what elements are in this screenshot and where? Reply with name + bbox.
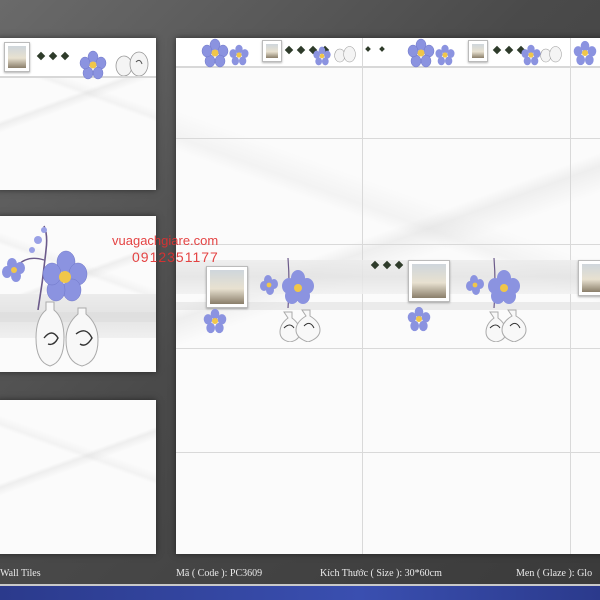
tile-sample-border: [0, 38, 156, 190]
wall-border-strip: [176, 38, 600, 68]
blue-flower-icon: [229, 44, 249, 66]
blue-flower-branch-icon: [2, 225, 88, 310]
tile-joint: [176, 452, 600, 453]
product-code: Mã ( Code ): PC3609: [176, 568, 263, 579]
blue-flower-icon: [407, 38, 435, 68]
diamond-icon: [36, 51, 70, 61]
vase-icon: [540, 46, 562, 63]
blue-flower-icon: [313, 46, 331, 66]
wall-preview: [176, 38, 600, 554]
product-glaze: Men ( Glaze ): Glo: [516, 568, 593, 579]
tile-joint: [176, 348, 600, 349]
framed-photo-icon: [408, 260, 450, 302]
tile-joint: [176, 138, 600, 139]
framed-photo-icon: [4, 42, 30, 72]
diamond-icon: [370, 260, 404, 270]
watermark-phone: 0912351177: [132, 248, 219, 265]
vase-icon: [334, 46, 356, 63]
watermark: vuagachgiare.com 0912351177: [112, 233, 219, 265]
blue-flower-branch-icon: [260, 257, 321, 342]
tile-joint: [176, 244, 600, 245]
tile-sample-plain: [0, 400, 156, 554]
tile-joint: [362, 38, 363, 554]
blue-flower-icon: [79, 50, 107, 80]
vase-icon: [35, 301, 99, 367]
blue-flower-icon: [573, 40, 597, 66]
framed-photo-icon: [468, 40, 488, 62]
vase-icon: [115, 51, 149, 76]
footer-stripe: [0, 586, 600, 600]
tile-border-strip: [0, 38, 156, 80]
product-caption-bar: Wall Tiles Mã ( Code ): PC3609 Kích Thướ…: [0, 564, 600, 584]
watermark-site: vuagachgiare.com: [112, 233, 219, 248]
product-size: Kích Thước ( Size ): 30*60cm: [320, 568, 442, 579]
blue-flower-branch-icon: [466, 257, 527, 342]
blue-flower-icon: [407, 306, 431, 332]
framed-photo-icon: [206, 266, 248, 308]
framed-photo-icon: [262, 40, 282, 62]
blue-flower-icon: [201, 38, 229, 68]
framed-photo-icon: [578, 260, 600, 296]
diamond-icon: [365, 46, 385, 52]
blue-flower-icon: [435, 44, 455, 66]
blue-flower-icon: [203, 308, 227, 334]
tile-joint: [570, 38, 571, 554]
product-type: Wall Tiles: [0, 568, 41, 579]
